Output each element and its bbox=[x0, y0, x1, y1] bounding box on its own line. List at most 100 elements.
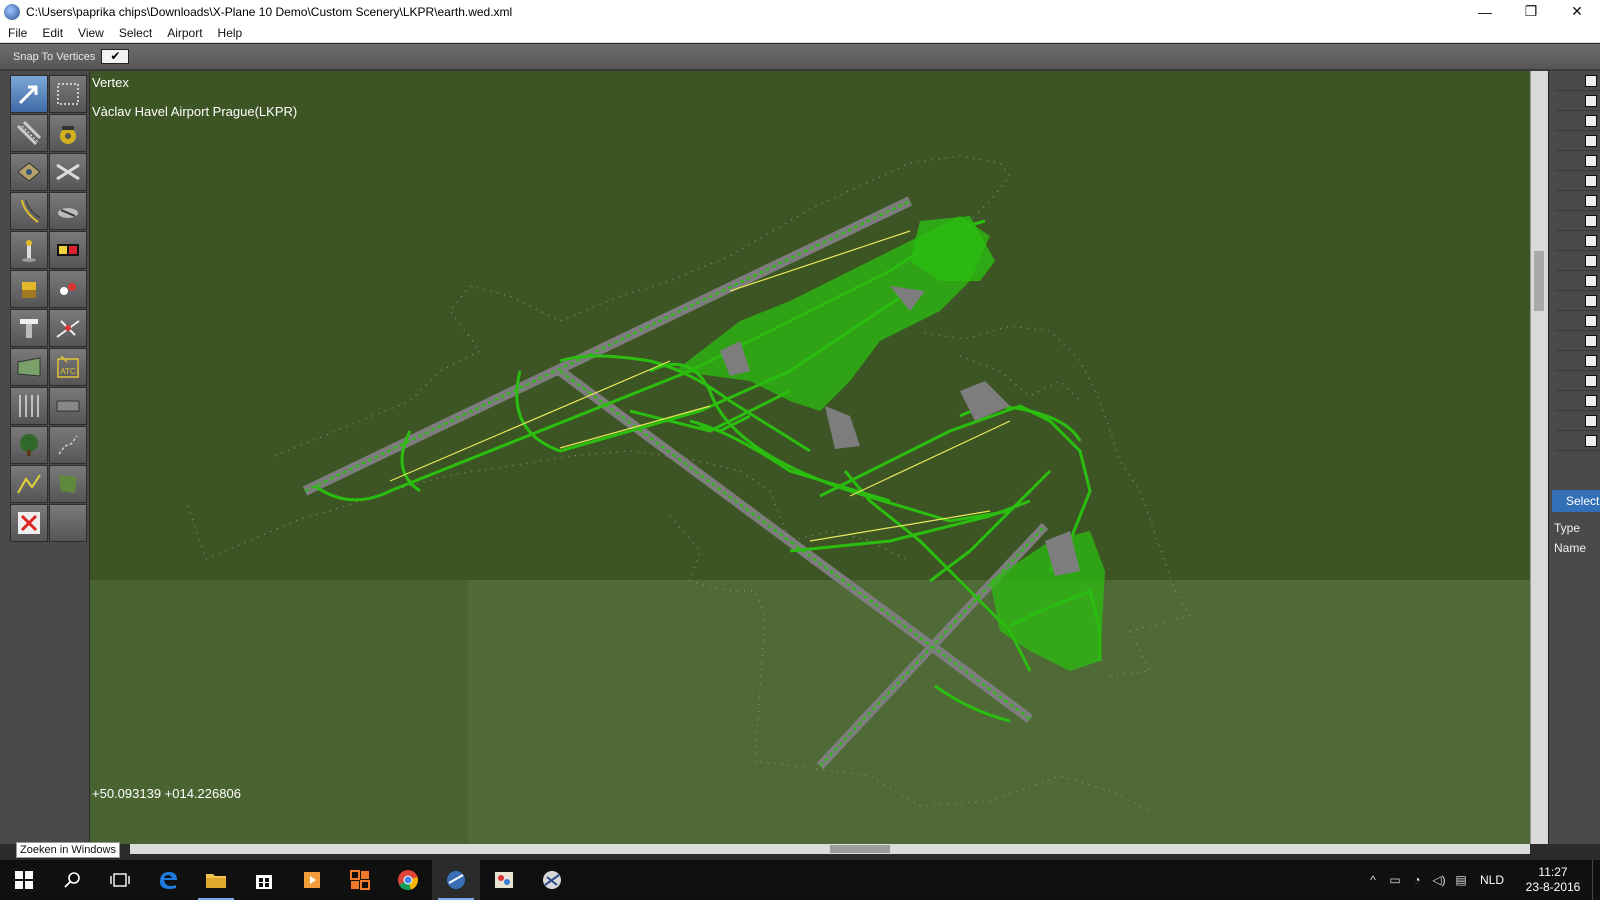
facade-tool[interactable] bbox=[10, 348, 48, 386]
store-button[interactable] bbox=[240, 860, 288, 900]
menu-airport[interactable]: Airport bbox=[159, 26, 209, 40]
hierarchy-row[interactable] bbox=[1555, 211, 1600, 231]
hierarchy-row[interactable] bbox=[1555, 111, 1600, 131]
selection-tab[interactable]: Selection bbox=[1552, 490, 1600, 512]
edge-button[interactable] bbox=[144, 860, 192, 900]
hierarchy-row[interactable] bbox=[1555, 271, 1600, 291]
draped-polygon-tool[interactable] bbox=[49, 465, 87, 503]
delete-tool[interactable] bbox=[10, 504, 48, 542]
sealane-tool[interactable] bbox=[10, 153, 48, 191]
visibility-checkbox[interactable] bbox=[1585, 194, 1597, 207]
visibility-checkbox[interactable] bbox=[1585, 234, 1597, 247]
hierarchy-row[interactable] bbox=[1555, 411, 1600, 431]
windsock-tool[interactable] bbox=[10, 231, 48, 269]
visibility-checkbox[interactable] bbox=[1585, 274, 1597, 287]
helipad-tool[interactable] bbox=[49, 114, 87, 152]
visibility-checkbox[interactable] bbox=[1585, 94, 1597, 107]
hierarchy-row[interactable] bbox=[1555, 131, 1600, 151]
volume-icon[interactable]: ◁) bbox=[1428, 860, 1450, 900]
notification-icon[interactable]: ▤ bbox=[1450, 860, 1472, 900]
minimize-button[interactable]: — bbox=[1462, 0, 1508, 23]
visibility-checkbox[interactable] bbox=[1585, 74, 1597, 87]
start-button[interactable] bbox=[0, 860, 48, 900]
menu-help[interactable]: Help bbox=[210, 26, 250, 40]
polygon-tool[interactable] bbox=[10, 465, 48, 503]
visibility-checkbox[interactable] bbox=[1585, 314, 1597, 327]
forest-tool[interactable] bbox=[10, 426, 48, 464]
menu-file[interactable]: File bbox=[0, 26, 34, 40]
wifi-icon[interactable]: ◔ bbox=[1406, 860, 1428, 900]
language-indicator[interactable]: NLD bbox=[1480, 873, 1504, 887]
wed-app-button[interactable] bbox=[432, 860, 480, 900]
close-button[interactable]: ✕ bbox=[1554, 0, 1600, 23]
chrome-button[interactable] bbox=[384, 860, 432, 900]
xplane-button[interactable] bbox=[528, 860, 576, 900]
hierarchy-row[interactable] bbox=[1555, 231, 1600, 251]
search-button[interactable] bbox=[48, 860, 96, 900]
visibility-checkbox[interactable] bbox=[1585, 334, 1597, 347]
visibility-checkbox[interactable] bbox=[1585, 434, 1597, 447]
hierarchy-row[interactable] bbox=[1555, 391, 1600, 411]
light-fixture-tool[interactable] bbox=[10, 270, 48, 308]
runway-tool[interactable] bbox=[10, 114, 48, 152]
visibility-checkbox[interactable] bbox=[1585, 114, 1597, 127]
visibility-checkbox[interactable] bbox=[1585, 254, 1597, 267]
hierarchy-row[interactable] bbox=[1555, 191, 1600, 211]
file-explorer-button[interactable] bbox=[192, 860, 240, 900]
hierarchy-row[interactable] bbox=[1555, 71, 1600, 91]
vertical-scroll-thumb[interactable] bbox=[1534, 251, 1544, 311]
empty-tool[interactable] bbox=[49, 504, 87, 542]
ramp-start-tool[interactable] bbox=[49, 192, 87, 230]
hierarchy-row[interactable] bbox=[1555, 251, 1600, 271]
restore-button[interactable]: ❐ bbox=[1508, 0, 1554, 23]
paint-app-button[interactable] bbox=[480, 860, 528, 900]
visibility-checkbox[interactable] bbox=[1585, 354, 1597, 367]
clock[interactable]: 11:27 23-8-2016 bbox=[1518, 865, 1588, 895]
visibility-checkbox[interactable] bbox=[1585, 374, 1597, 387]
marquee-tool[interactable] bbox=[49, 75, 87, 113]
beacon-tool[interactable] bbox=[49, 270, 87, 308]
hierarchy-row[interactable] bbox=[1555, 171, 1600, 191]
taxi-route-tool[interactable] bbox=[49, 309, 87, 347]
hierarchy-row[interactable] bbox=[1555, 291, 1600, 311]
office-app-button[interactable] bbox=[336, 860, 384, 900]
hierarchy-row[interactable] bbox=[1555, 311, 1600, 331]
hierarchy-row[interactable] bbox=[1555, 371, 1600, 391]
horizontal-scroll-thumb[interactable] bbox=[830, 845, 890, 853]
hierarchy-row[interactable] bbox=[1555, 431, 1600, 451]
hierarchy-row[interactable] bbox=[1555, 351, 1600, 371]
line-tool[interactable] bbox=[10, 387, 48, 425]
visibility-checkbox[interactable] bbox=[1585, 154, 1597, 167]
hierarchy-row[interactable] bbox=[1555, 331, 1600, 351]
visibility-checkbox[interactable] bbox=[1585, 214, 1597, 227]
map-canvas[interactable]: Vertex Vàclav Havel Airport Prague(LKPR)… bbox=[90, 71, 1530, 844]
snap-to-vertices-checkbox[interactable]: ✔ bbox=[101, 49, 130, 64]
map-vertical-scrollbar[interactable] bbox=[1530, 71, 1548, 844]
visibility-checkbox[interactable] bbox=[1585, 414, 1597, 427]
menu-view[interactable]: View bbox=[70, 26, 111, 40]
map-horizontal-scrollbar[interactable] bbox=[130, 844, 1530, 854]
hierarchy-row[interactable] bbox=[1555, 91, 1600, 111]
visibility-checkbox[interactable] bbox=[1585, 134, 1597, 147]
battery-icon[interactable]: ▭ bbox=[1384, 860, 1406, 900]
taxiway-tool[interactable] bbox=[49, 153, 87, 191]
xplane-icon bbox=[543, 871, 561, 889]
boundary-tool[interactable] bbox=[10, 192, 48, 230]
airport-sign-tool[interactable] bbox=[49, 231, 87, 269]
visibility-checkbox[interactable] bbox=[1585, 294, 1597, 307]
media-player-button[interactable] bbox=[288, 860, 336, 900]
chevron-up-icon[interactable]: ^ bbox=[1362, 860, 1384, 900]
visibility-checkbox[interactable] bbox=[1585, 174, 1597, 187]
visibility-checkbox[interactable] bbox=[1585, 394, 1597, 407]
string-tool[interactable] bbox=[49, 387, 87, 425]
show-desktop-button[interactable] bbox=[1592, 860, 1600, 900]
tower-viewpoint-tool[interactable] bbox=[10, 309, 48, 347]
tool-options-bar: Snap To Vertices ✔ bbox=[0, 44, 1600, 71]
menu-select[interactable]: Select bbox=[111, 26, 159, 40]
vertex-tool[interactable] bbox=[10, 75, 48, 113]
hierarchy-row[interactable] bbox=[1555, 151, 1600, 171]
exclusion-tool[interactable] bbox=[49, 426, 87, 464]
atc-tool[interactable]: ATC bbox=[49, 348, 87, 386]
menu-edit[interactable]: Edit bbox=[34, 26, 70, 40]
task-view-button[interactable] bbox=[96, 860, 144, 900]
